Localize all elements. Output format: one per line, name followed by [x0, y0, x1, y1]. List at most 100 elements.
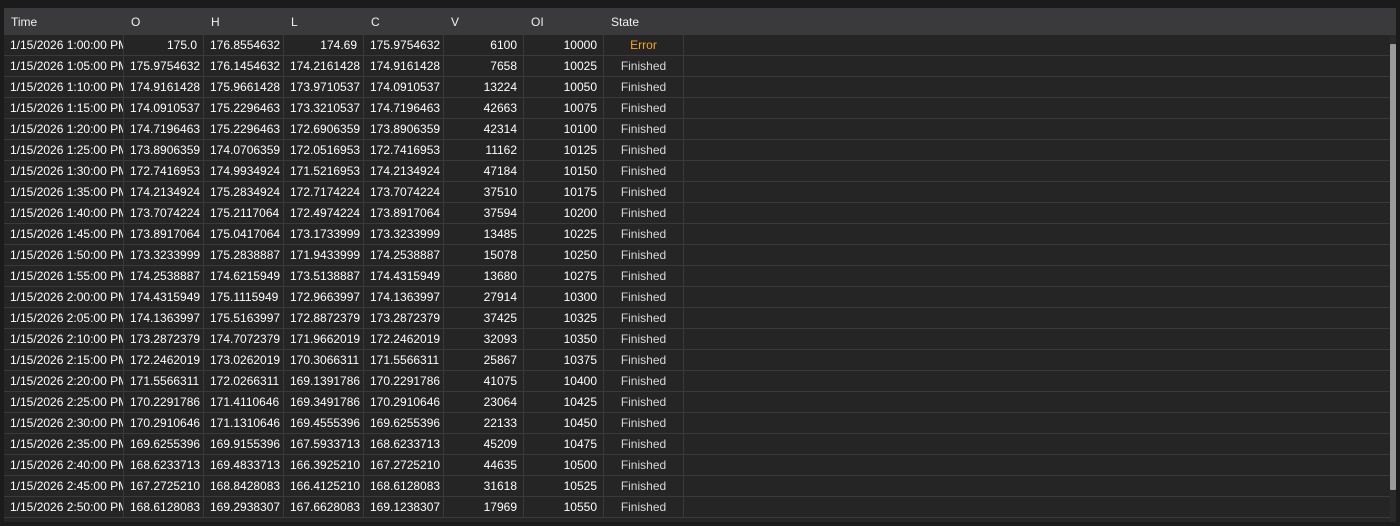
- cell-open[interactable]: 174.9161428: [124, 77, 204, 97]
- cell-high[interactable]: 174.7072379: [204, 329, 284, 349]
- cell-open-interest[interactable]: 10050: [524, 77, 604, 97]
- cell-low[interactable]: 171.9662019: [284, 329, 364, 349]
- table-row[interactable]: 1/15/2026 2:50:00 PM 168.6128083 169.29383…: [4, 497, 1390, 518]
- table-row[interactable]: 1/15/2026 2:30:00 PM 170.2910646 171.13106…: [4, 413, 1390, 434]
- cell-close[interactable]: 167.2725210: [364, 455, 444, 475]
- cell-open[interactable]: 173.8917064: [124, 224, 204, 244]
- cell-close[interactable]: 170.2291786: [364, 371, 444, 391]
- cell-open[interactable]: 174.1363997: [124, 308, 204, 328]
- cell-open[interactable]: 175.0: [124, 35, 204, 55]
- cell-open-interest[interactable]: 10500: [524, 455, 604, 475]
- cell-open[interactable]: 173.7074224: [124, 203, 204, 223]
- table-row[interactable]: 1/15/2026 1:20:00 PM 174.7196463 175.22964…: [4, 119, 1390, 140]
- cell-time[interactable]: 1/15/2026 2:35:00 PM: [4, 434, 124, 454]
- cell-open[interactable]: 173.2872379: [124, 329, 204, 349]
- table-row[interactable]: 1/15/2026 2:00:00 PM 174.4315949 175.11159…: [4, 287, 1390, 308]
- cell-time[interactable]: 1/15/2026 1:25:00 PM: [4, 140, 124, 160]
- cell-time[interactable]: 1/15/2026 1:20:00 PM: [4, 119, 124, 139]
- cell-low[interactable]: 170.3066311: [284, 350, 364, 370]
- cell-high[interactable]: 174.0706359: [204, 140, 284, 160]
- cell-time[interactable]: 1/15/2026 2:50:00 PM: [4, 497, 124, 517]
- cell-open[interactable]: 170.2910646: [124, 413, 204, 433]
- cell-close[interactable]: 174.9161428: [364, 56, 444, 76]
- cell-close[interactable]: 174.1363997: [364, 287, 444, 307]
- cell-open[interactable]: 173.8906359: [124, 140, 204, 160]
- cell-open[interactable]: 169.6255396: [124, 434, 204, 454]
- cell-state[interactable]: Finished: [604, 182, 684, 202]
- table-row[interactable]: 1/15/2026 1:55:00 PM 174.2538887 174.62159…: [4, 266, 1390, 287]
- cell-close[interactable]: 170.2910646: [364, 392, 444, 412]
- cell-volume[interactable]: 37425: [444, 308, 524, 328]
- cell-open-interest[interactable]: 10150: [524, 161, 604, 181]
- cell-open-interest[interactable]: 10475: [524, 434, 604, 454]
- scrollbar-thumb[interactable]: [1390, 44, 1396, 490]
- cell-open-interest[interactable]: 10525: [524, 476, 604, 496]
- cell-open[interactable]: 170.2291786: [124, 392, 204, 412]
- cell-low[interactable]: 169.4555396: [284, 413, 364, 433]
- cell-close[interactable]: 168.6128083: [364, 476, 444, 496]
- cell-close[interactable]: 173.7074224: [364, 182, 444, 202]
- cell-open[interactable]: 175.9754632: [124, 56, 204, 76]
- cell-state[interactable]: Finished: [604, 350, 684, 370]
- cell-time[interactable]: 1/15/2026 1:55:00 PM: [4, 266, 124, 286]
- cell-open-interest[interactable]: 10125: [524, 140, 604, 160]
- cell-time[interactable]: 1/15/2026 1:10:00 PM: [4, 77, 124, 97]
- cell-low[interactable]: 166.4125210: [284, 476, 364, 496]
- cell-close[interactable]: 168.6233713: [364, 434, 444, 454]
- table-row[interactable]: 1/15/2026 2:25:00 PM 170.2291786 171.41106…: [4, 392, 1390, 413]
- cell-open-interest[interactable]: 10375: [524, 350, 604, 370]
- cell-close[interactable]: 172.7416953: [364, 140, 444, 160]
- cell-time[interactable]: 1/15/2026 2:40:00 PM: [4, 455, 124, 475]
- table-row[interactable]: 1/15/2026 1:50:00 PM 173.3233999 175.28388…: [4, 245, 1390, 266]
- cell-low[interactable]: 174.69: [284, 35, 364, 55]
- cell-low[interactable]: 166.3925210: [284, 455, 364, 475]
- cell-high[interactable]: 168.8428083: [204, 476, 284, 496]
- cell-open[interactable]: 168.6128083: [124, 497, 204, 517]
- cell-low[interactable]: 171.5216953: [284, 161, 364, 181]
- cell-time[interactable]: 1/15/2026 2:10:00 PM: [4, 329, 124, 349]
- column-header-open-interest[interactable]: OI: [524, 8, 604, 35]
- table-row[interactable]: 1/15/2026 2:40:00 PM 168.6233713 169.48337…: [4, 455, 1390, 476]
- cell-time[interactable]: 1/15/2026 1:35:00 PM: [4, 182, 124, 202]
- cell-low[interactable]: 173.3210537: [284, 98, 364, 118]
- cell-state[interactable]: Finished: [604, 413, 684, 433]
- cell-high[interactable]: 175.0417064: [204, 224, 284, 244]
- cell-time[interactable]: 1/15/2026 1:30:00 PM: [4, 161, 124, 181]
- cell-high[interactable]: 173.0262019: [204, 350, 284, 370]
- cell-volume[interactable]: 22133: [444, 413, 524, 433]
- cell-state[interactable]: Error: [604, 35, 684, 55]
- cell-high[interactable]: 175.5163997: [204, 308, 284, 328]
- cell-volume[interactable]: 23064: [444, 392, 524, 412]
- cell-high[interactable]: 169.9155396: [204, 434, 284, 454]
- cell-volume[interactable]: 13485: [444, 224, 524, 244]
- cell-close[interactable]: 174.4315949: [364, 266, 444, 286]
- cell-volume[interactable]: 45209: [444, 434, 524, 454]
- cell-low[interactable]: 174.2161428: [284, 56, 364, 76]
- column-header-high[interactable]: H: [204, 8, 284, 35]
- cell-time[interactable]: 1/15/2026 1:45:00 PM: [4, 224, 124, 244]
- cell-open-interest[interactable]: 10000: [524, 35, 604, 55]
- cell-low[interactable]: 167.5933713: [284, 434, 364, 454]
- cell-volume[interactable]: 47184: [444, 161, 524, 181]
- cell-low[interactable]: 172.6906359: [284, 119, 364, 139]
- cell-close[interactable]: 174.7196463: [364, 98, 444, 118]
- cell-open-interest[interactable]: 10275: [524, 266, 604, 286]
- cell-state[interactable]: Finished: [604, 245, 684, 265]
- cell-state[interactable]: Finished: [604, 140, 684, 160]
- cell-close[interactable]: 171.5566311: [364, 350, 444, 370]
- table-row[interactable]: 1/15/2026 2:05:00 PM 174.1363997 175.51639…: [4, 308, 1390, 329]
- cell-open[interactable]: 168.6233713: [124, 455, 204, 475]
- cell-time[interactable]: 1/15/2026 1:00:00 PM: [4, 35, 124, 55]
- column-header-close[interactable]: C: [364, 8, 444, 35]
- cell-volume[interactable]: 42314: [444, 119, 524, 139]
- column-header-volume[interactable]: V: [444, 8, 524, 35]
- table-row[interactable]: 1/15/2026 1:40:00 PM 173.7074224 175.21170…: [4, 203, 1390, 224]
- table-row[interactable]: 1/15/2026 2:20:00 PM 171.5566311 172.02663…: [4, 371, 1390, 392]
- cell-high[interactable]: 175.2117064: [204, 203, 284, 223]
- cell-open[interactable]: 174.7196463: [124, 119, 204, 139]
- cell-close[interactable]: 174.2134924: [364, 161, 444, 181]
- cell-time[interactable]: 1/15/2026 1:15:00 PM: [4, 98, 124, 118]
- table-row[interactable]: 1/15/2026 1:15:00 PM 174.0910537 175.22964…: [4, 98, 1390, 119]
- cell-low[interactable]: 171.9433999: [284, 245, 364, 265]
- cell-high[interactable]: 175.2296463: [204, 119, 284, 139]
